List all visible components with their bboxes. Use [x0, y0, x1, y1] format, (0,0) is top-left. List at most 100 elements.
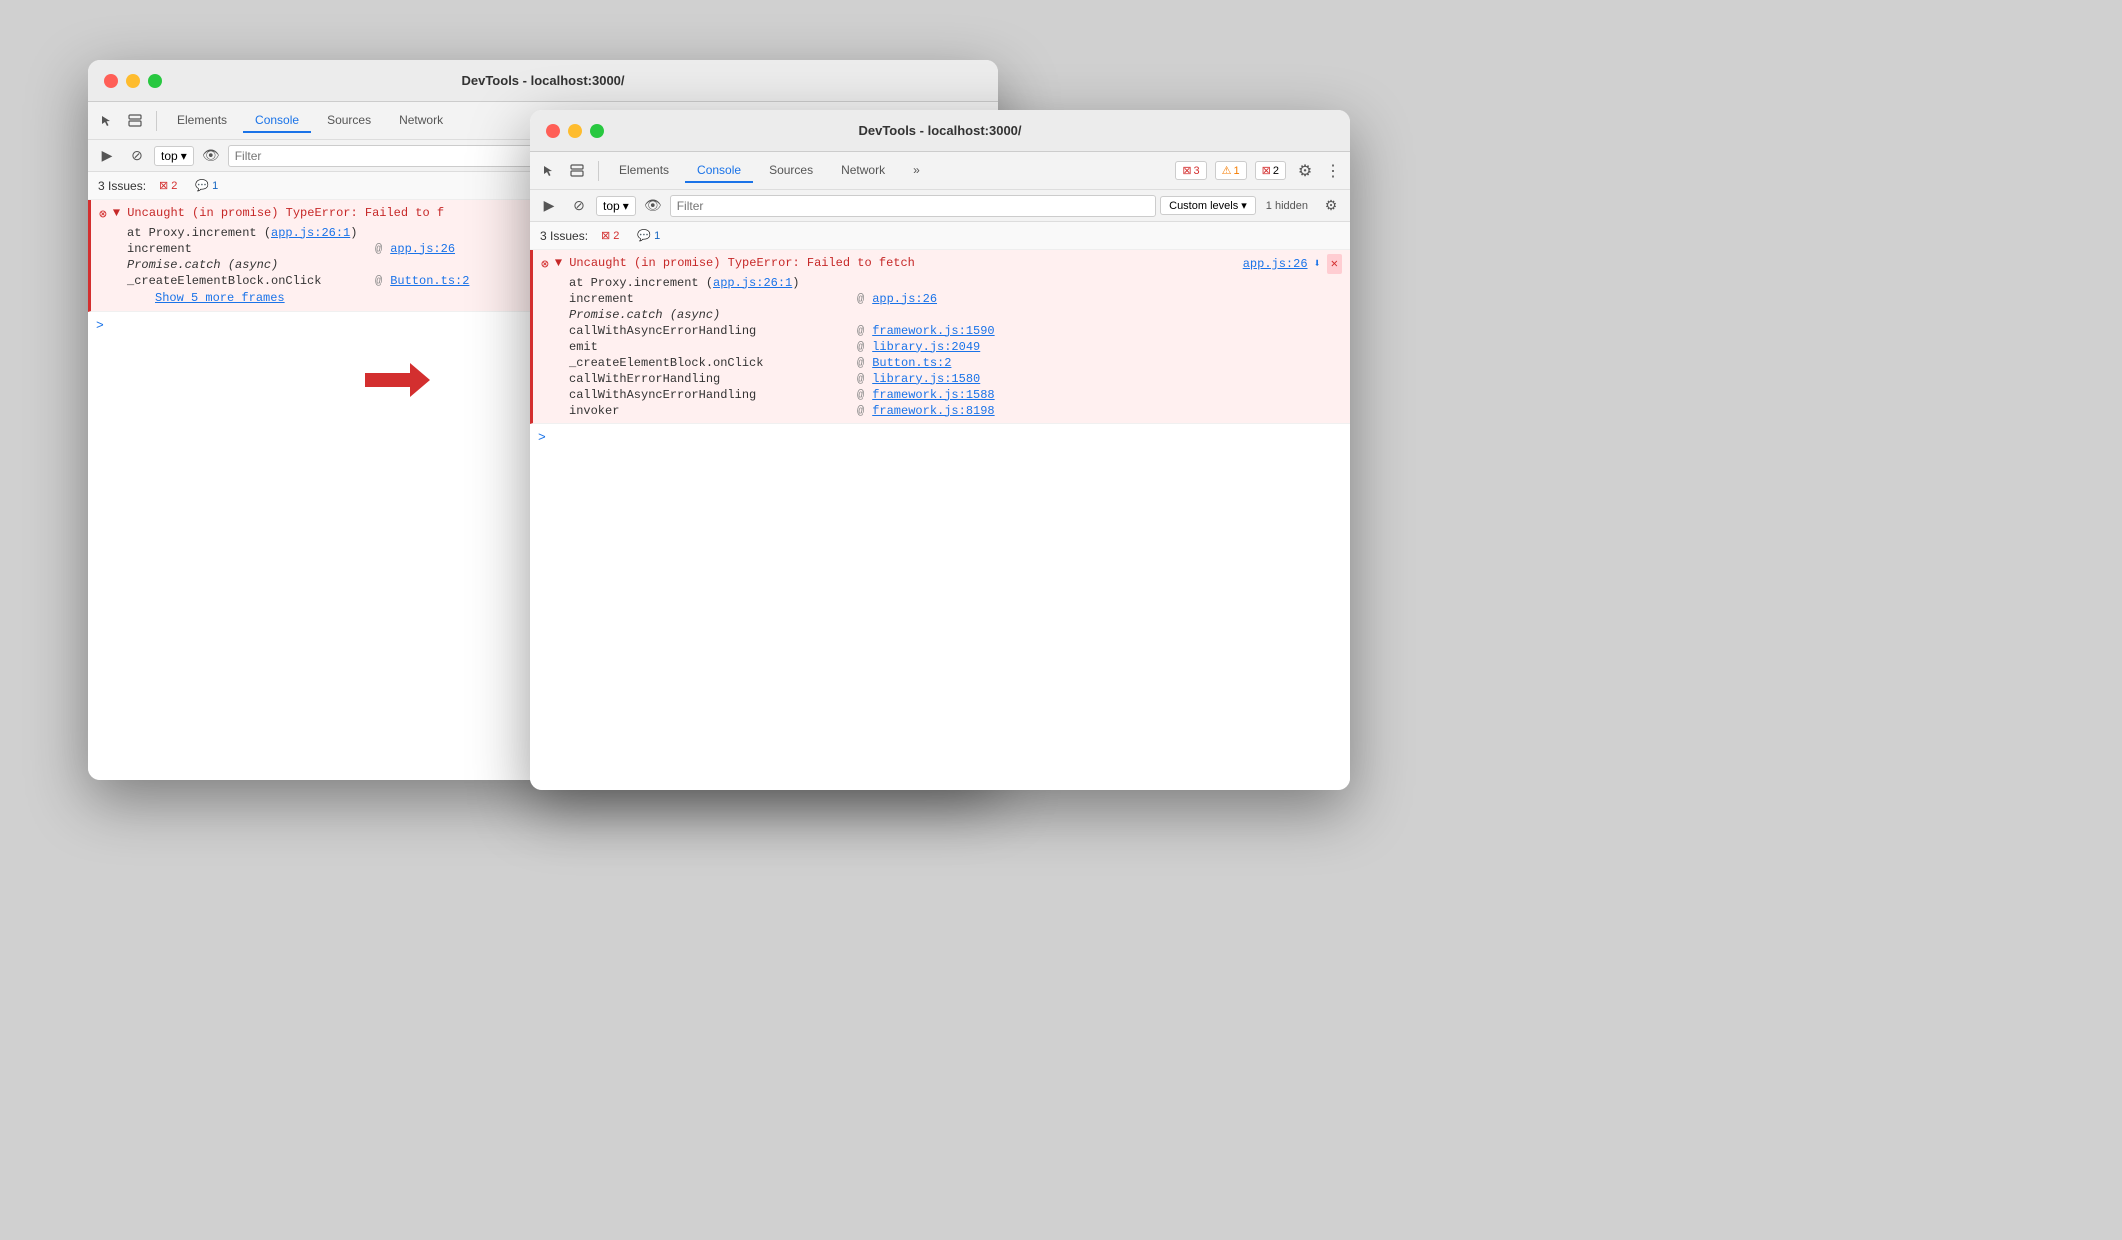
- sfile1-front[interactable]: app.js:26: [872, 292, 937, 306]
- error-sub-link-back[interactable]: app.js:26:1: [271, 226, 350, 240]
- drawer-icon-front[interactable]: [564, 158, 590, 184]
- error-count2-front: 2: [613, 230, 619, 242]
- sfile6-front[interactable]: library.js:1580: [872, 372, 980, 386]
- info-count-front: 1: [654, 230, 660, 242]
- custom-levels-btn-front[interactable]: Custom levels ▾: [1160, 196, 1256, 215]
- error-count-back: 2: [171, 180, 177, 192]
- play-icon-back[interactable]: ▶: [94, 143, 120, 169]
- toolbar-left-front: [536, 158, 590, 184]
- stack-line-4-front: emit @ library.js:2049: [541, 339, 1342, 355]
- issues-label-back: 3 Issues:: [98, 179, 146, 193]
- sfile4-front[interactable]: library.js:2049: [872, 340, 980, 354]
- warn-count-front: 1: [1234, 165, 1240, 177]
- console-prompt-front[interactable]: >: [530, 424, 1350, 451]
- drawer-icon-back[interactable]: [122, 108, 148, 134]
- issues-bar-front: 3 Issues: ⊠ 2 💬 1: [530, 222, 1350, 250]
- sat6-front: @: [857, 372, 864, 386]
- close-error-front[interactable]: ✕: [1327, 254, 1342, 274]
- error-sub-link-front[interactable]: app.js:26:1: [713, 276, 792, 290]
- show-more-link-back[interactable]: Show 5 more frames: [127, 289, 285, 307]
- block-icon-front[interactable]: ⊘: [566, 193, 592, 219]
- tab-more-front[interactable]: »: [901, 159, 932, 183]
- error-sub-close-back: ): [350, 226, 357, 240]
- close-button-front[interactable]: [546, 124, 560, 138]
- stack-line-3-front: callWithAsyncErrorHandling @ framework.j…: [541, 323, 1342, 339]
- tab-sources-front[interactable]: Sources: [757, 159, 825, 183]
- sf5-front: _createElementBlock.onClick: [569, 356, 849, 370]
- sf4-front: emit: [569, 340, 849, 354]
- tab-sources-back[interactable]: Sources: [315, 109, 383, 133]
- info-badge-back: 💬 1: [190, 177, 223, 194]
- more-icon-front[interactable]: ⋮: [1322, 158, 1344, 184]
- tab-elements-back[interactable]: Elements: [165, 109, 239, 133]
- title-bar-front: DevTools - localhost:3000/: [530, 110, 1350, 152]
- sfile7-front[interactable]: framework.js:1588: [872, 388, 994, 402]
- stack-line-8-front: invoker @ framework.js:8198: [541, 403, 1342, 419]
- info-icon-back: 💬: [195, 179, 209, 192]
- sep-front: [598, 161, 599, 181]
- dropdown-arrow-back: ▾: [181, 149, 187, 163]
- stack-at-3-back: @: [375, 274, 382, 288]
- eye-icon-front[interactable]: 👁: [640, 193, 666, 219]
- top-dropdown-front[interactable]: top ▾: [596, 196, 636, 216]
- error-main-text-front: ▼ Uncaught (in promise) TypeError: Faile…: [555, 254, 1237, 272]
- error-icon-circle-front: ⊗: [541, 255, 549, 275]
- top-dropdown-back[interactable]: top ▾: [154, 146, 194, 166]
- error-icon2-front: ⊠: [601, 229, 610, 242]
- error-icon-back: ⊠: [159, 179, 168, 192]
- error-badge2-front: ⊠ 2: [596, 227, 624, 244]
- sf8-front: invoker: [569, 404, 849, 418]
- settings-icon-front[interactable]: ⚙: [1318, 193, 1344, 219]
- info-count-back: 1: [212, 180, 218, 192]
- sfile8-front[interactable]: framework.js:8198: [872, 404, 994, 418]
- tab-network-back[interactable]: Network: [387, 109, 455, 133]
- warn-badge-front: ⚠ 1: [1215, 161, 1247, 180]
- tab-console-back[interactable]: Console: [243, 109, 311, 133]
- error2-icon-front: ⊠: [1262, 164, 1271, 177]
- sf6-front: callWithErrorHandling: [569, 372, 849, 386]
- error-badge-front: ⊠ 3: [1175, 161, 1206, 180]
- stack-func-3-back: _createElementBlock.onClick: [127, 274, 367, 288]
- maximize-button-front[interactable]: [590, 124, 604, 138]
- issues-label-front: 3 Issues:: [540, 229, 588, 243]
- sf3-front: callWithAsyncErrorHandling: [569, 324, 849, 338]
- warn-icon-front: ⚠: [1222, 164, 1232, 177]
- error-header-front: ⊗ ▼ Uncaught (in promise) TypeError: Fai…: [541, 254, 1342, 275]
- minimize-button-back[interactable]: [126, 74, 140, 88]
- cursor-icon-front[interactable]: [536, 158, 562, 184]
- error-close-front: ): [792, 276, 799, 290]
- maximize-button-back[interactable]: [148, 74, 162, 88]
- sat7-front: @: [857, 388, 864, 402]
- sat4-front: @: [857, 340, 864, 354]
- download-icon-front[interactable]: ⬇: [1314, 255, 1321, 273]
- top-label-back: top: [161, 149, 178, 163]
- error-icon-front: ⊠: [1182, 164, 1191, 177]
- tab-network-front[interactable]: Network: [829, 159, 897, 183]
- stack-file-3-back[interactable]: Button.ts:2: [390, 274, 469, 288]
- close-button-back[interactable]: [104, 74, 118, 88]
- sf1-front: increment: [569, 292, 849, 306]
- cursor-icon-back[interactable]: [94, 108, 120, 134]
- block-icon-back[interactable]: ⊘: [124, 143, 150, 169]
- stack-file-1-back[interactable]: app.js:26: [390, 242, 455, 256]
- stack-at-1-back: @: [375, 242, 382, 256]
- sat5-front: @: [857, 356, 864, 370]
- sfile5-front[interactable]: Button.ts:2: [872, 356, 951, 370]
- sfile3-front[interactable]: framework.js:1590: [872, 324, 994, 338]
- eye-icon-back[interactable]: 👁: [198, 143, 224, 169]
- info-badge-front: 💬 1: [632, 227, 665, 244]
- tab-console-front[interactable]: Console: [685, 159, 753, 183]
- title-bar-back: DevTools - localhost:3000/: [88, 60, 998, 102]
- error2-badge-front: ⊠ 2: [1255, 161, 1286, 180]
- console-content-front: ⊗ ▼ Uncaught (in promise) TypeError: Fai…: [530, 250, 1350, 790]
- tab-elements-front[interactable]: Elements: [607, 159, 681, 183]
- play-icon-front[interactable]: ▶: [536, 193, 562, 219]
- gear-icon-front[interactable]: ⚙: [1292, 158, 1318, 184]
- window-title-front: DevTools - localhost:3000/: [858, 123, 1021, 138]
- error-file-link-front[interactable]: app.js:26: [1243, 255, 1308, 273]
- filter-input-front[interactable]: [670, 195, 1156, 217]
- stack-line-1-front: increment @ app.js:26: [541, 291, 1342, 307]
- sep-back: [156, 111, 157, 131]
- error-sub-text-back: at Proxy.increment (: [127, 226, 271, 240]
- minimize-button-front[interactable]: [568, 124, 582, 138]
